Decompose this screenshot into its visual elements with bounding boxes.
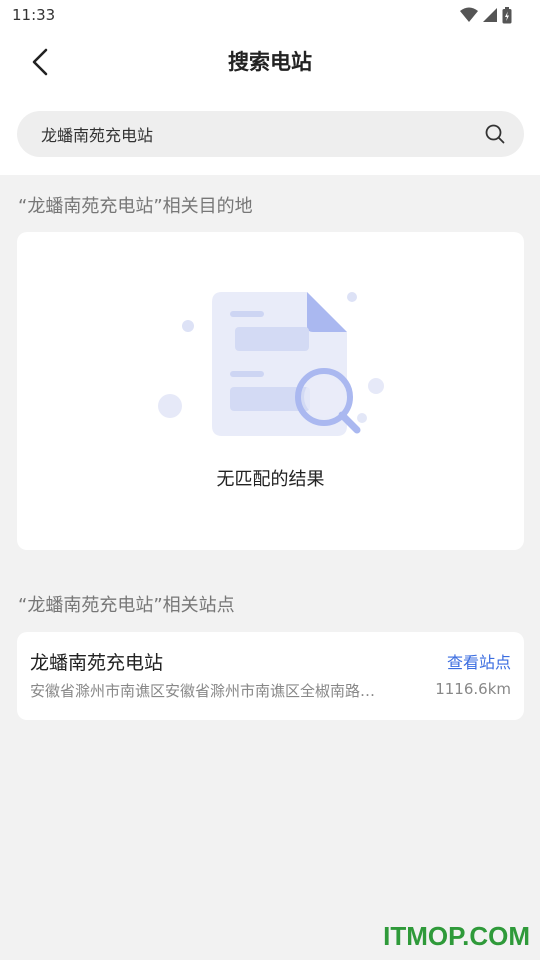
search-bar bbox=[17, 111, 524, 157]
destinations-section-title: “龙蟠南苑充电站”相关目的地 bbox=[18, 196, 253, 217]
view-station-link[interactable]: 查看站点 bbox=[447, 649, 511, 673]
search-input[interactable] bbox=[41, 111, 461, 157]
status-icons bbox=[460, 6, 512, 24]
search-icon[interactable] bbox=[484, 123, 506, 145]
watermark-text: ITMOP.COM bbox=[383, 921, 530, 951]
status-bar: 11:33 bbox=[0, 0, 540, 32]
status-time: 11:33 bbox=[12, 6, 56, 24]
header: 搜索电站 bbox=[0, 32, 540, 175]
battery-icon bbox=[502, 6, 512, 23]
station-address: 安徽省滁州市南谯区安徽省滁州市南谯区全椒南路… bbox=[30, 682, 376, 700]
empty-result-text: 无匹配的结果 bbox=[216, 469, 325, 490]
page-title: 搜索电站 bbox=[228, 50, 312, 74]
station-distance: 1116.6km bbox=[435, 680, 511, 698]
no-results-illustration bbox=[158, 292, 384, 436]
destinations-card: 无匹配的结果 bbox=[17, 232, 524, 550]
wifi-icon bbox=[460, 7, 478, 22]
signal-icon bbox=[483, 8, 497, 22]
station-card[interactable]: 龙蟠南苑充电站 查看站点 安徽省滁州市南谯区安徽省滁州市南谯区全椒南路… 111… bbox=[17, 632, 524, 720]
station-name: 龙蟠南苑充电站 bbox=[30, 652, 164, 674]
stations-section-title: “龙蟠南苑充电站”相关站点 bbox=[18, 595, 235, 616]
